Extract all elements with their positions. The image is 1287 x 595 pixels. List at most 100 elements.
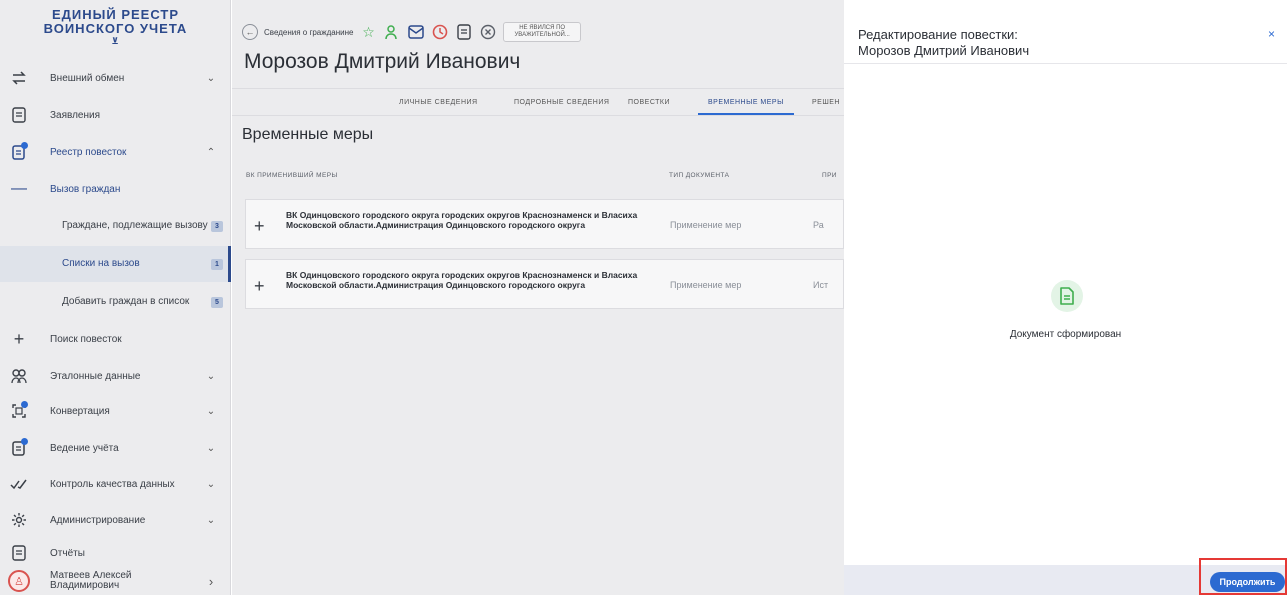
sidebar-item-external-exchange[interactable]: Внешний обмен ⌄ xyxy=(0,60,231,96)
star-icon[interactable]: ☆ xyxy=(359,23,377,41)
report-icon xyxy=(5,545,33,561)
logo-line1: ЕДИНЫЙ РЕЕСТР xyxy=(51,7,180,22)
column-header-document-type: ТИП ДОКУМЕНТА xyxy=(669,172,730,179)
chevron-down-icon: ⌄ xyxy=(206,72,216,84)
main-content: ← Сведения о гражданине ☆ НЕ ЯВИЛСЯ ПО У… xyxy=(232,0,844,595)
sidebar-subitem-citizens-to-call[interactable]: Граждане, подлежащие вызову 3 xyxy=(0,208,231,244)
cell-document-type: Применение мер xyxy=(670,220,742,230)
sidebar-subitem-label: Граждане, подлежащие вызову xyxy=(62,220,208,231)
highlight-frame xyxy=(1199,558,1287,595)
sidebar-item-conversion[interactable]: Конвертация ⌄ xyxy=(0,393,231,429)
section-title: Временные меры xyxy=(242,126,374,143)
sidebar-item-label: Администрирование xyxy=(50,514,146,526)
plus-icon: + xyxy=(13,328,25,349)
tab-temporary-measures[interactable]: ВРЕМЕННЫЕ МЕРЫ xyxy=(698,99,794,115)
tab-detailed-info[interactable]: ПОДРОБНЫЕ СВЕДЕНИЯ xyxy=(514,99,609,106)
page-title: Морозов Дмитрий Иванович xyxy=(244,50,521,73)
document-ready-icon xyxy=(1051,280,1083,312)
convert-icon xyxy=(5,401,33,419)
sidebar-subitem-call-lists[interactable]: Списки на вызов 1 xyxy=(0,246,231,282)
close-icon[interactable]: × xyxy=(1268,27,1275,41)
notification-dot xyxy=(21,401,28,408)
sidebar-item-quality-control[interactable]: Контроль качества данных ⌄ xyxy=(0,466,231,502)
minus-icon: — xyxy=(11,180,27,197)
expand-row-icon[interactable]: + xyxy=(254,216,265,237)
sidebar-item-label: Эталонные данные xyxy=(50,370,141,382)
avatar-wrap: ♙ xyxy=(5,570,33,592)
expand-row-icon[interactable]: + xyxy=(254,276,265,297)
status-badge-line1: НЕ ЯВИЛСЯ ПО xyxy=(519,25,566,31)
status-badge: НЕ ЯВИЛСЯ ПО УВАЖИТЕЛЬНОЙ... xyxy=(503,22,581,42)
app-logo[interactable]: ЕДИНЫЙ РЕЕСТР ВОИНСКОГО УЧЕТА ⊻ xyxy=(0,7,231,47)
sidebar-item-label: Реестр повесток xyxy=(50,146,127,158)
notification-dot xyxy=(21,142,28,149)
table-row[interactable]: + ВК Одинцовского городского округа горо… xyxy=(245,259,844,309)
sidebar-item-label: Отчёты xyxy=(50,547,85,559)
sidebar-item-label: Конвертация xyxy=(50,405,110,417)
status-badge-line2: УВАЖИТЕЛЬНОЙ... xyxy=(514,32,570,38)
sidebar-item-call-citizens[interactable]: — Вызов граждан xyxy=(0,171,231,207)
sidebar-item-search-summons[interactable]: + Поиск повесток xyxy=(0,321,231,357)
tab-bar: ЛИЧНЫЕ СВЕДЕНИЯ ПОДРОБНЫЕ СВЕДЕНИЯ ПОВЕС… xyxy=(232,88,844,116)
sidebar-subitem-label: Списки на вызов xyxy=(62,258,140,269)
user-name: Матвеев Алексей Владимирович xyxy=(50,571,201,591)
person-icon[interactable] xyxy=(383,23,401,41)
edit-summons-panel: Редактирование повестки: Морозов Дмитрий… xyxy=(844,0,1287,595)
sidebar: ЕДИНЫЙ РЕЕСТР ВОИНСКОГО УЧЕТА ⊻ Внешний … xyxy=(0,0,231,595)
avatar: ♙ xyxy=(8,570,30,592)
tab-decisions[interactable]: РЕШЕН xyxy=(812,99,840,106)
column-header-military-office: ВК ПРИМЕНИВШИЙ МЕРЫ xyxy=(246,172,338,179)
sidebar-item-label: Заявления xyxy=(50,109,101,121)
cell-military-office: ВК Одинцовского городского округа городс… xyxy=(286,270,638,290)
sidebar-user-profile[interactable]: ♙ Матвеев Алексей Владимирович › xyxy=(0,567,231,595)
gear-icon xyxy=(5,512,33,528)
sidebar-item-reports[interactable]: Отчёты xyxy=(0,539,231,567)
sidebar-item-label: Ведение учёта xyxy=(50,442,119,454)
copy-document-icon[interactable] xyxy=(455,23,473,41)
people-icon xyxy=(5,368,33,384)
sidebar-item-label: Вызов граждан xyxy=(50,183,121,195)
count-badge: 5 xyxy=(211,296,223,308)
sidebar-item-administration[interactable]: Администрирование ⌄ xyxy=(0,502,231,538)
count-badge: 1 xyxy=(211,258,223,270)
back-button[interactable]: ← xyxy=(242,24,258,40)
chevron-right-icon: › xyxy=(208,573,214,589)
panel-subtitle: Морозов Дмитрий Иванович xyxy=(858,43,1030,58)
panel-title: Редактирование повестки: xyxy=(858,27,1018,42)
chevron-down-icon: ⌄ xyxy=(206,514,216,526)
divider xyxy=(844,63,1287,64)
document-status-text: Документ сформирован xyxy=(1009,329,1122,340)
tab-personal-info[interactable]: ЛИЧНЫЕ СВЕДЕНИЯ xyxy=(399,99,478,106)
sidebar-item-applications[interactable]: Заявления xyxy=(0,97,231,133)
sidebar-subitem-label: Добавить граждан в список xyxy=(62,296,190,307)
mail-icon[interactable] xyxy=(407,23,425,41)
document-icon xyxy=(5,107,33,123)
chevron-up-icon: ⌃ xyxy=(206,146,216,158)
arrows-exchange-icon xyxy=(5,71,33,85)
table-row[interactable]: + ВК Одинцовского городского округа горо… xyxy=(245,199,844,249)
sidebar-item-label: Контроль качества данных xyxy=(50,478,175,490)
logo-line2: ВОИНСКОГО УЧЕТА xyxy=(43,21,188,36)
citizen-toolbar: ← Сведения о гражданине ☆ НЕ ЯВИЛСЯ ПО У… xyxy=(242,22,581,42)
cell-partial: Ра xyxy=(813,220,824,230)
chevron-down-icon: ⌄ xyxy=(206,478,216,490)
cell-partial: Ист xyxy=(813,280,829,290)
registry-icon xyxy=(5,142,33,160)
clock-icon[interactable] xyxy=(431,23,449,41)
cell-document-type: Применение мер xyxy=(670,280,742,290)
sidebar-item-summons-registry[interactable]: Реестр повесток ⌃ xyxy=(0,134,231,170)
sidebar-subitem-add-citizens[interactable]: Добавить граждан в список 5 xyxy=(0,284,231,320)
user-name-line2: Владимирович xyxy=(50,580,120,591)
chevron-down-icon: ⌄ xyxy=(206,405,216,417)
cell-military-office: ВК Одинцовского городского округа городс… xyxy=(286,210,638,230)
sidebar-item-reference-data[interactable]: Эталонные данные ⌄ xyxy=(0,358,231,394)
sidebar-item-label: Поиск повесток xyxy=(50,333,122,345)
app-root: ЕДИНЫЙ РЕЕСТР ВОИНСКОГО УЧЕТА ⊻ Внешний … xyxy=(0,0,1287,595)
pin-icon[interactable]: ⊻ xyxy=(0,36,231,46)
sidebar-item-accounting[interactable]: Ведение учёта ⌄ xyxy=(0,430,231,466)
cancel-circle-icon[interactable] xyxy=(479,23,497,41)
tab-summons[interactable]: ПОВЕСТКИ xyxy=(628,99,670,106)
count-badge: 3 xyxy=(211,220,223,232)
accounting-icon xyxy=(5,438,33,456)
check-icon xyxy=(5,478,33,490)
